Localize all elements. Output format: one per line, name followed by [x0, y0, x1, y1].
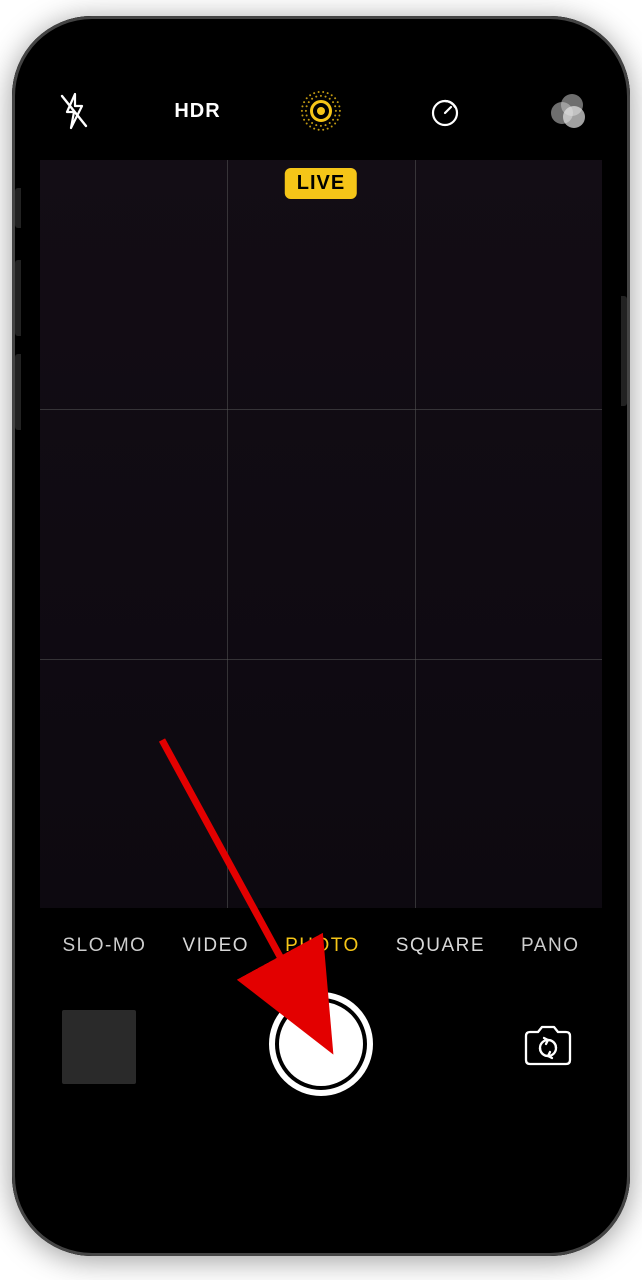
shutter-button[interactable] [269, 992, 373, 1096]
live-photo-icon [297, 87, 345, 135]
grid-line [40, 409, 602, 410]
flash-button[interactable] [50, 87, 98, 135]
volume-up-button [15, 260, 21, 336]
mode-slo-mo[interactable]: SLO-MO [63, 935, 147, 957]
mode-selector[interactable]: SLO-MO VIDEO PHOTO SQUARE PANO [26, 920, 616, 972]
phone-frame: HDR [12, 16, 630, 1256]
grid-line [415, 160, 416, 908]
top-controls: HDR [26, 76, 616, 146]
mode-video[interactable]: VIDEO [182, 935, 249, 957]
live-badge: LIVE [285, 168, 357, 199]
mode-pano[interactable]: PANO [521, 935, 579, 957]
viewfinder[interactable]: LIVE [40, 160, 602, 908]
screen: HDR [26, 30, 616, 1242]
volume-down-button [15, 354, 21, 430]
power-button [621, 296, 627, 406]
flash-off-icon [58, 92, 90, 130]
switch-camera-icon [520, 1024, 576, 1066]
hdr-label: HDR [174, 100, 220, 123]
filters-button[interactable] [544, 87, 592, 135]
timer-button[interactable] [421, 87, 469, 135]
last-photo-thumbnail[interactable] [62, 1010, 136, 1084]
silence-switch [15, 188, 21, 228]
bottom-controls [26, 980, 616, 1150]
mode-photo[interactable]: PHOTO [285, 935, 360, 957]
mode-square[interactable]: SQUARE [396, 935, 485, 957]
live-photo-button[interactable] [297, 87, 345, 135]
switch-camera-button[interactable] [520, 1024, 576, 1066]
grid-line [40, 659, 602, 660]
shutter-inner [279, 1002, 363, 1086]
timer-icon [428, 94, 462, 128]
filters-icon [551, 94, 585, 128]
grid-line [227, 160, 228, 908]
hdr-button[interactable]: HDR [174, 87, 222, 135]
